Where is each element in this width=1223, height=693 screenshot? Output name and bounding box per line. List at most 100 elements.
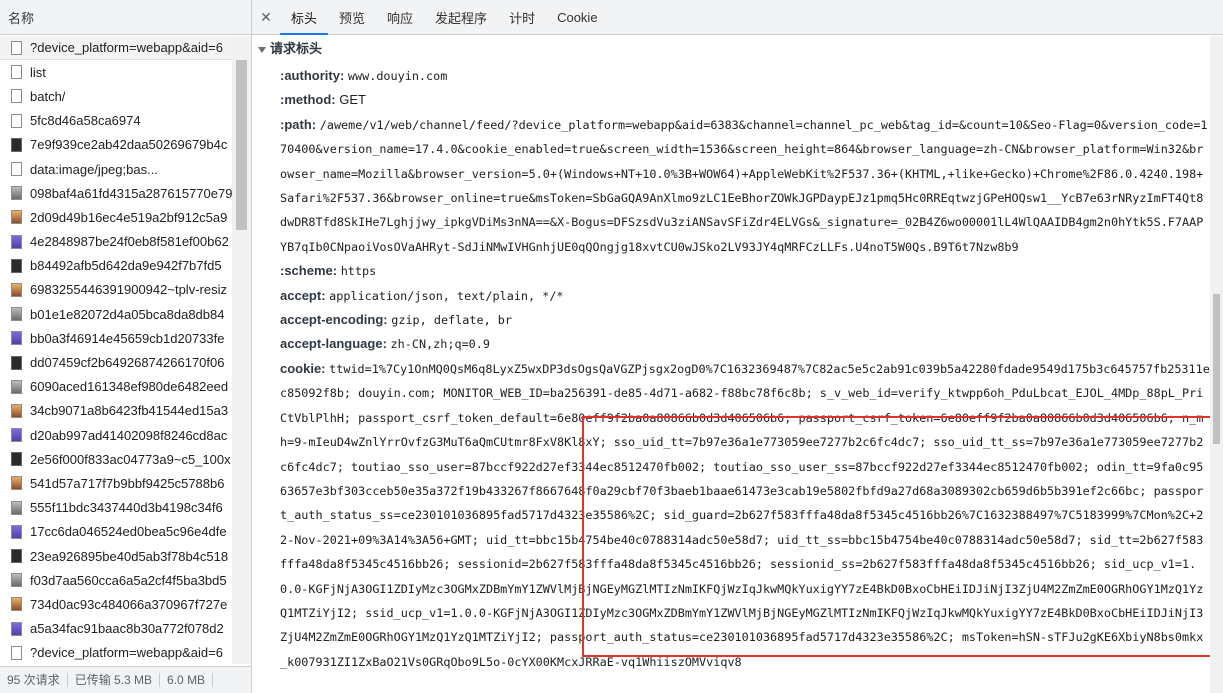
header-value: application/json, text/plain, */* — [329, 288, 564, 303]
request-name: 6090aced161348ef980de6482eed — [30, 379, 229, 395]
transferred-size: 已传输 5.3 MB — [68, 673, 161, 687]
resources-size: 6.0 MB — [160, 673, 214, 687]
request-row[interactable]: d20ab997ad41402098f8246cd8ac — [0, 423, 232, 447]
name-column-header[interactable]: 名称 — [0, 0, 251, 35]
section-title: 请求标头 — [270, 41, 323, 56]
detail-scrollbar-thumb[interactable] — [1213, 294, 1220, 444]
header-row: accept-encoding: gzip, deflate, br — [280, 308, 1210, 332]
tab-2[interactable]: 响应 — [376, 0, 424, 34]
header-key: cookie: — [280, 360, 326, 376]
request-row[interactable]: 098baf4a61fd4315a287615770e79 — [0, 181, 232, 205]
request-row[interactable]: b01e1e82072d4a05bca8da8db84 — [0, 302, 232, 326]
header-row: :authority: www.douyin.com — [280, 64, 1210, 88]
image-icon — [11, 258, 22, 273]
image-icon — [11, 355, 22, 370]
request-list-scrollbar-thumb[interactable] — [236, 60, 247, 230]
request-name: f03d7aa560cca6a5a2cf4f5ba3bd5 — [30, 572, 227, 588]
request-row[interactable]: list — [0, 60, 232, 84]
request-row[interactable]: ?device_platform=webapp&aid=6 — [0, 641, 232, 664]
header-value: GET — [339, 92, 366, 108]
request-name: 6983255446391900942~tplv-resiz — [30, 282, 227, 298]
request-list-scrollbar[interactable] — [232, 36, 251, 664]
header-value: gzip, deflate, br — [391, 313, 512, 328]
image-icon — [11, 403, 22, 418]
doc-icon — [11, 645, 22, 660]
request-name: d20ab997ad41402098f8246cd8ac — [30, 427, 228, 443]
header-key: accept-encoding: — [280, 312, 388, 328]
header-value: ttwid=1%7Cy1OnMQ0QsM6q8LyxZ5wxDP3dsOgsQa… — [280, 361, 1210, 669]
request-row[interactable]: f03d7aa560cca6a5a2cf4f5ba3bd5 — [0, 568, 232, 592]
request-headers-section-toggle[interactable]: 请求标头 — [258, 38, 322, 57]
request-row[interactable]: 6090aced161348ef980de6482eed — [0, 375, 232, 399]
header-row: accept: application/json, text/plain, */… — [280, 284, 1210, 308]
request-row[interactable]: bb0a3f46914e45659cb1d20733fe — [0, 326, 232, 350]
image-icon — [11, 549, 22, 564]
headers-content: 请求标头 :authority: www.douyin.com:method: … — [252, 36, 1210, 693]
request-row[interactable]: 34cb9071a8b6423fb41544ed15a3 — [0, 399, 232, 423]
image-icon — [11, 573, 22, 588]
header-row: :method: GET — [280, 88, 1210, 112]
tab-0[interactable]: 标头 — [280, 0, 329, 35]
doc-icon — [11, 162, 22, 177]
request-row[interactable]: 2e56f000f833ac04773a9~c5_100x — [0, 447, 232, 471]
image-icon — [11, 282, 22, 297]
request-list-panel: 名称 ?device_platform=webapp&aid=6 list batc… — [0, 0, 252, 693]
request-row[interactable]: 6983255446391900942~tplv-resiz — [0, 278, 232, 302]
header-row: :path: /aweme/v1/web/channel/feed/?devic… — [280, 113, 1210, 259]
request-list[interactable]: ?device_platform=webapp&aid=6 list batch/5… — [0, 36, 232, 664]
script-icon — [11, 137, 22, 152]
image-icon — [11, 428, 22, 443]
request-name: dd07459cf2b64926874266170f06 — [30, 355, 225, 371]
request-row[interactable]: b84492afb5d642da9e942f7b7fd5 — [0, 254, 232, 278]
request-name: 17cc6da046524ed0bea5c96e4dfe — [30, 524, 227, 540]
request-row[interactable]: 555f11bdc3437440d3b4198c34f6 — [0, 496, 232, 520]
request-name: 34cb9071a8b6423fb41544ed15a3 — [30, 403, 229, 419]
request-name: b01e1e82072d4a05bca8da8db84 — [30, 306, 225, 322]
image-icon — [11, 379, 22, 394]
header-row: cookie: ttwid=1%7Cy1OnMQ0QsM6q8LyxZ5wxDP… — [280, 357, 1210, 674]
image-icon — [11, 186, 22, 201]
header-key: :scheme: — [280, 263, 338, 279]
header-row: :scheme: https — [280, 259, 1210, 283]
image-icon — [11, 597, 22, 612]
request-row[interactable]: 2d09d49b16ec4e519a2bf912c5a9 — [0, 205, 232, 229]
header-value: https — [340, 264, 377, 279]
header-value: /aweme/v1/web/channel/feed/?device_platf… — [280, 117, 1208, 254]
request-row[interactable]: a5a34fac91baac8b30a772f078d2 — [0, 617, 232, 641]
tab-3[interactable]: 发起程序 — [424, 0, 498, 34]
request-row[interactable]: 17cc6da046524ed0bea5c96e4dfe — [0, 520, 232, 544]
request-name: 4e2848987be24f0eb8f581ef00b62 — [30, 234, 229, 250]
request-name: batch/ — [30, 88, 66, 104]
status-bar: 95 次请求 已传输 5.3 MB 6.0 MB — [0, 666, 251, 693]
request-row[interactable]: 541d57a717f7b9bbf9425c5788b6 — [0, 471, 232, 495]
detail-scrollbar[interactable] — [1210, 36, 1223, 693]
request-headers-list: :authority: www.douyin.com:method: GET:p… — [280, 64, 1210, 674]
header-key: accept: — [280, 287, 326, 303]
request-row[interactable]: ?device_platform=webapp&aid=6 — [0, 36, 232, 61]
request-row[interactable]: data:image/jpeg;bas... — [0, 157, 232, 181]
request-name: 5fc8d46a58ca6974 — [30, 113, 141, 129]
request-row[interactable]: 4e2848987be24f0eb8f581ef00b62 — [0, 230, 232, 254]
request-row[interactable]: 7e9f939ce2ab42daa50269679b4c — [0, 133, 232, 157]
header-value: zh-CN,zh;q=0.9 — [390, 337, 490, 352]
request-name: 098baf4a61fd4315a287615770e79 — [30, 185, 232, 201]
doc-icon — [11, 65, 22, 80]
tab-1[interactable]: 预览 — [328, 0, 376, 34]
tab-5[interactable]: Cookie — [546, 0, 608, 34]
request-name: 2d09d49b16ec4e519a2bf912c5a9 — [30, 209, 228, 225]
image-icon — [11, 476, 22, 491]
request-name: list — [30, 64, 46, 80]
request-name: 2e56f000f833ac04773a9~c5_100x — [30, 451, 231, 467]
request-row[interactable]: 734d0ac93c484066a370967f727e — [0, 592, 232, 616]
request-name: b84492afb5d642da9e942f7b7fd5 — [30, 258, 222, 274]
request-name: 541d57a717f7b9bbf9425c5788b6 — [30, 475, 225, 491]
request-row[interactable]: 5fc8d46a58ca6974 — [0, 109, 232, 133]
request-name: 555f11bdc3437440d3b4198c34f6 — [30, 500, 223, 516]
tab-4[interactable]: 计时 — [498, 0, 546, 34]
request-row[interactable]: 23ea926895be40d5ab3f78b4c518 — [0, 544, 232, 568]
request-row[interactable]: dd07459cf2b64926874266170f06 — [0, 350, 232, 374]
doc-icon — [11, 89, 22, 104]
detail-tabs: ✕ 标头 预览 响应 发起程序 计时 Cookie — [252, 0, 1223, 35]
close-icon[interactable]: ✕ — [252, 0, 280, 34]
request-row[interactable]: batch/ — [0, 84, 232, 108]
